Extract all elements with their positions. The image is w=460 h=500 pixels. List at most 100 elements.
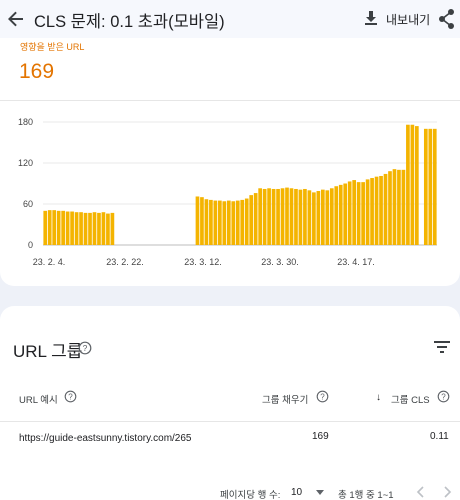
- chart-bar[interactable]: [97, 212, 101, 245]
- issue-summary-card: 영향을 받은 URL 169 0 60 120 180 23. 2. 4. 23. 2. …: [0, 38, 460, 286]
- rows-per-page-select[interactable]: 10: [288, 484, 326, 500]
- previous-page-icon[interactable]: [414, 484, 428, 500]
- chart-bar[interactable]: [379, 175, 383, 245]
- share-button[interactable]: [436, 5, 460, 33]
- chart-bar[interactable]: [415, 126, 419, 245]
- chart-bar[interactable]: [347, 181, 352, 245]
- chart-bar[interactable]: [79, 212, 83, 245]
- url-example-cell[interactable]: https://guide-eastsunny.tistory.com/265: [19, 431, 214, 447]
- column-header-url[interactable]: URL 예시: [19, 392, 58, 406]
- group-cls-cell: 0.11: [430, 431, 449, 442]
- chart-bar[interactable]: [356, 182, 361, 245]
- chart-bar[interactable]: [365, 179, 370, 245]
- chart-bar[interactable]: [276, 188, 280, 245]
- export-button[interactable]: 내보내기: [358, 5, 430, 33]
- chart-bar[interactable]: [101, 212, 106, 245]
- chart-bar[interactable]: [428, 128, 433, 245]
- column-header-cls[interactable]: 그룹 CLS: [391, 392, 430, 406]
- chart-bar[interactable]: [432, 128, 437, 245]
- svg-text:?: ?: [441, 392, 446, 401]
- chart-bar[interactable]: [325, 190, 330, 245]
- chart-bar[interactable]: [235, 200, 240, 245]
- fill-help-icon[interactable]: ?: [316, 390, 329, 403]
- chart-bar[interactable]: [106, 213, 110, 245]
- chart-bar[interactable]: [280, 188, 285, 245]
- svg-text:?: ?: [83, 343, 88, 353]
- chart-bar[interactable]: [298, 189, 303, 245]
- next-page-icon[interactable]: [440, 484, 454, 500]
- chart-bar[interactable]: [249, 195, 254, 245]
- filter-icon[interactable]: [431, 337, 453, 357]
- chart-bar[interactable]: [401, 169, 406, 245]
- chart-bar[interactable]: [289, 188, 294, 245]
- rows-per-page-label: 페이지당 행 수:: [220, 490, 281, 500]
- chart-bar[interactable]: [312, 192, 316, 245]
- chart-bar[interactable]: [253, 193, 258, 245]
- affected-urls-label: 영향을 받은 URL: [20, 42, 85, 52]
- chart-bar[interactable]: [74, 212, 79, 245]
- chart-bar[interactable]: [303, 188, 307, 245]
- chart-bar[interactable]: [388, 171, 392, 245]
- chart-bar[interactable]: [320, 189, 325, 245]
- header-divider: [0, 421, 460, 422]
- chart-bar[interactable]: [231, 201, 236, 245]
- chart-bar[interactable]: [271, 188, 276, 245]
- group-fill-cell: 169: [312, 431, 329, 442]
- chart-bar[interactable]: [285, 187, 289, 245]
- x-tick-label: 23. 2. 22.: [106, 257, 144, 267]
- chart-bar[interactable]: [222, 201, 227, 245]
- chart-bar[interactable]: [334, 186, 339, 245]
- chart-bar[interactable]: [267, 188, 271, 245]
- dropdown-arrow-icon: [316, 490, 324, 495]
- y-tick-label: 60: [23, 199, 33, 209]
- chart-bar[interactable]: [213, 200, 218, 245]
- chart-bar[interactable]: [352, 180, 357, 245]
- chart-bar[interactable]: [88, 212, 92, 245]
- chart-bar[interactable]: [70, 211, 74, 245]
- chart-bar[interactable]: [92, 212, 97, 245]
- chart-bar[interactable]: [338, 184, 343, 245]
- chart-bar[interactable]: [52, 210, 57, 245]
- chart-bar[interactable]: [43, 210, 48, 245]
- x-tick-label: 23. 4. 17.: [337, 257, 375, 267]
- chart-bar[interactable]: [307, 190, 312, 245]
- cls-help-icon[interactable]: ?: [437, 390, 450, 403]
- sort-descending-icon[interactable]: ↓: [376, 392, 381, 403]
- chart-bar[interactable]: [294, 188, 298, 245]
- chart-bar[interactable]: [240, 199, 245, 245]
- back-button[interactable]: [2, 5, 30, 33]
- chart-bar[interactable]: [374, 176, 379, 245]
- svg-text:?: ?: [320, 392, 325, 401]
- chart-bar[interactable]: [65, 211, 70, 245]
- chart-bar[interactable]: [397, 169, 401, 245]
- chart-bar[interactable]: [195, 196, 200, 245]
- chart-bar[interactable]: [258, 188, 262, 245]
- chart-bar[interactable]: [61, 210, 65, 245]
- chart-bar[interactable]: [343, 183, 348, 246]
- chart-bar[interactable]: [383, 173, 388, 245]
- chart-bar[interactable]: [47, 210, 52, 245]
- chart-bar[interactable]: [110, 212, 115, 245]
- page-title: CLS 문제: 0.1 초과(모바일): [34, 13, 225, 31]
- column-header-fill[interactable]: 그룹 채우기: [262, 392, 308, 406]
- chart-bar[interactable]: [423, 128, 428, 245]
- chart-bar[interactable]: [56, 210, 61, 245]
- url-help-icon[interactable]: ?: [64, 390, 77, 403]
- chart-bar[interactable]: [218, 200, 222, 245]
- chart-bar[interactable]: [83, 212, 88, 245]
- download-icon: [365, 11, 377, 25]
- chart-bar[interactable]: [209, 199, 213, 245]
- chart-bar[interactable]: [361, 182, 365, 245]
- chart-bar[interactable]: [316, 191, 321, 245]
- help-icon[interactable]: ?: [78, 341, 92, 355]
- chart-bar[interactable]: [262, 188, 267, 245]
- chart-bar[interactable]: [244, 198, 249, 245]
- chart-bar[interactable]: [370, 178, 374, 245]
- chart-bar[interactable]: [410, 124, 415, 245]
- chart-bar[interactable]: [226, 200, 231, 245]
- chart-bar[interactable]: [200, 197, 204, 245]
- chart-bar[interactable]: [204, 199, 209, 245]
- chart-bar[interactable]: [406, 124, 410, 245]
- chart-bar[interactable]: [392, 169, 397, 245]
- chart-bar[interactable]: [329, 188, 334, 245]
